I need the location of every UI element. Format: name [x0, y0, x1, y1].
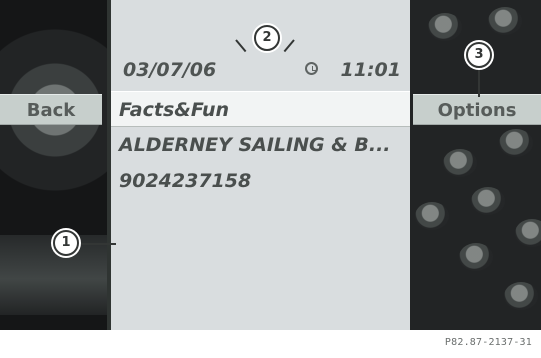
- left-control-panel: [0, 0, 110, 330]
- control-button: [459, 243, 493, 271]
- callout-3-leader: [478, 69, 480, 97]
- back-softkey[interactable]: Back: [0, 94, 102, 125]
- control-button: [488, 7, 522, 35]
- control-button: [443, 149, 477, 177]
- options-softkey[interactable]: Options: [413, 94, 541, 125]
- control-button: [504, 282, 538, 310]
- control-button: [415, 202, 449, 230]
- status-header: 03/07/06 11:01: [111, 54, 410, 90]
- control-button: [428, 13, 462, 41]
- callout-1: 1: [53, 230, 79, 256]
- menu-list: Facts&Fun ALDERNEY SAILING & B... 902423…: [111, 91, 410, 199]
- menu-item-alderney-sailing[interactable]: ALDERNEY SAILING & B...: [111, 127, 410, 163]
- callout-2: 2: [254, 25, 280, 51]
- control-button: [471, 187, 505, 215]
- callout-3: 3: [466, 42, 492, 68]
- date-display: 03/07/06: [123, 59, 217, 81]
- menu-item-phone-number[interactable]: 9024237158: [111, 163, 410, 199]
- figure-code: P82.87-2137-31: [444, 337, 532, 348]
- callout-1-leader: [80, 243, 116, 245]
- time-display: 11:01: [340, 59, 401, 81]
- control-button: [515, 219, 541, 247]
- menu-item-facts-fun[interactable]: Facts&Fun: [111, 91, 410, 127]
- control-button: [499, 129, 533, 157]
